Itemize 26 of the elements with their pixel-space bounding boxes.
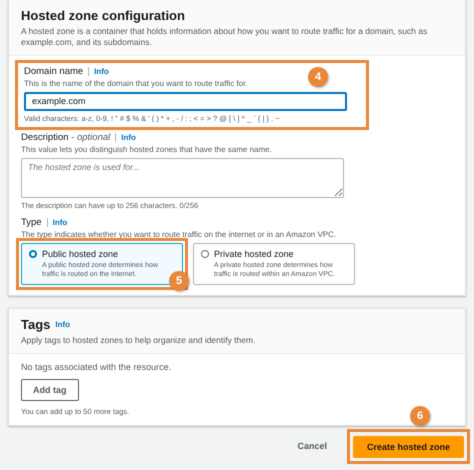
section-description: A hosted zone is a container that holds information about how you want to route traffic for a domain, such as example.com, and its subdomains. [21,26,428,49]
field-hint: The type indicates whether you want to route traffic on the internet or in an Amazon VPC. [21,230,338,239]
field-label: Type [21,216,42,228]
add-tag-button[interactable]: Add tag [21,378,78,401]
radio-icon [201,250,209,258]
domain-name-field[interactable]: example.com [24,92,347,111]
info-link[interactable]: Info [88,66,109,76]
field-hint: This value lets you distinguish hosted zones that have the same name. [21,144,273,154]
create-button[interactable]: Create hosted zone [352,436,464,458]
section-title: Tags [21,317,50,332]
field-label: Domain name [24,66,84,77]
radio-icon [29,250,37,258]
option-title: Public hosted zone [42,248,120,259]
callout-badge: 5 [169,271,189,292]
field-hint: This is the name of the domain that you want to route traffic for. [24,78,249,88]
option-title: Private hosted zone [214,248,295,259]
info-link[interactable]: Info [46,218,68,227]
cancel-button[interactable]: Cancel [291,440,333,452]
info-link[interactable]: Info [55,320,70,330]
description-field[interactable]: The hosted zone is used for... [21,158,344,198]
section-description: Apply tags to hosted zones to help organize and identify them. [21,335,256,347]
section-title: Hosted zone configuration [21,8,186,23]
field-label: Description - optional [21,132,110,143]
empty-message: No tags associated with the resource. [21,362,172,372]
info-link[interactable]: Info [115,132,136,142]
callout-badge: 4 [308,66,328,87]
